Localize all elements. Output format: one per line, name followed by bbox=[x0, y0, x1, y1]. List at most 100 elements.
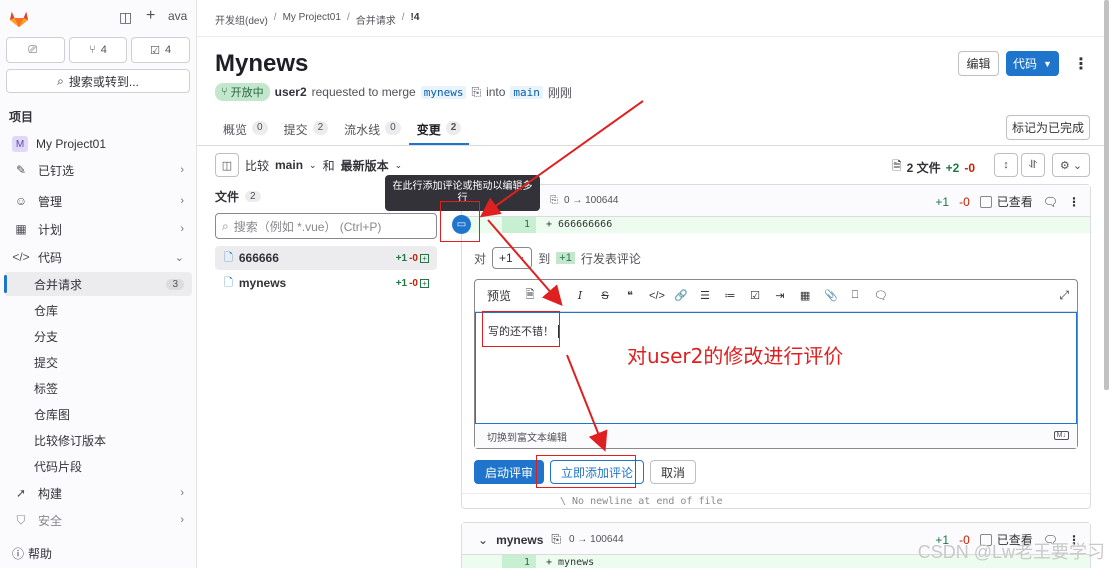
code-icon[interactable]: </> bbox=[649, 290, 665, 302]
sidebar-item-tags[interactable]: 标签 bbox=[4, 376, 192, 400]
settings-dropdown-button[interactable]: ⚙ ⌄ bbox=[1052, 153, 1090, 177]
attachment-icon[interactable]: 📎 bbox=[824, 289, 838, 302]
help-button[interactable]: ⓘ 帮助 bbox=[12, 545, 52, 562]
watermark: CSDN @Lw老王要学习 bbox=[917, 542, 1105, 562]
search-button[interactable]: ⌕ 搜索或转到... bbox=[6, 69, 190, 93]
bold-icon[interactable]: B bbox=[549, 290, 561, 302]
chevron-down-icon: ⌄ bbox=[394, 159, 403, 170]
plus-icon[interactable]: + bbox=[146, 7, 155, 25]
indent-icon[interactable]: ⇥ bbox=[774, 289, 786, 302]
chevron-right-icon: › bbox=[180, 223, 184, 235]
target-branch[interactable]: main bbox=[510, 85, 543, 99]
project-avatar: M bbox=[12, 136, 28, 152]
add-line-comment-button[interactable]: ▭ bbox=[452, 215, 471, 234]
sidebar-section-title: 项目 bbox=[9, 110, 34, 124]
sidebar-item-branches[interactable]: 分支 bbox=[4, 324, 192, 348]
comment-icon[interactable]: 🗨 bbox=[1043, 195, 1058, 209]
bullet-list-icon[interactable]: ☰ bbox=[699, 289, 711, 302]
suggestion-icon[interactable]: 🗎 bbox=[524, 286, 536, 305]
diff-line: 1 + 666666666 bbox=[462, 217, 1090, 233]
sidebar-item-plan[interactable]: ▦ 计划 › bbox=[4, 217, 192, 241]
sidebar-item-code[interactable]: </> 代码 ⌄ bbox=[4, 245, 192, 269]
copy-icon[interactable]: ⎘ bbox=[471, 85, 481, 100]
todos-count-button[interactable]: ☑ 4 bbox=[131, 37, 191, 63]
tab-pipelines[interactable]: 流水线 0 bbox=[336, 115, 409, 145]
annotation-box bbox=[536, 455, 636, 488]
code-dropdown-button[interactable]: 代码 ▼ bbox=[1006, 51, 1059, 76]
start-review-button[interactable]: 启动评审 bbox=[474, 460, 545, 484]
breadcrumb-item[interactable]: 开发组(dev) bbox=[215, 12, 268, 27]
copy-icon[interactable]: ⎘ bbox=[550, 195, 558, 206]
strikethrough-icon[interactable]: S bbox=[599, 290, 611, 302]
files-title: 文件 2 bbox=[215, 188, 261, 205]
cancel-button[interactable]: 取消 bbox=[650, 460, 697, 484]
expand-all-button[interactable]: ↕ bbox=[994, 153, 1018, 177]
sidebar-item-snippets[interactable]: 代码片段 bbox=[4, 454, 192, 478]
sidebar-item-merge-requests[interactable]: 合并请求 3 bbox=[4, 272, 192, 296]
merge-requests-badge: 3 bbox=[166, 278, 184, 290]
tab-changes[interactable]: 变更 2 bbox=[408, 115, 470, 145]
sidebar-item-repo-graph[interactable]: 仓库图 bbox=[4, 402, 192, 426]
line-range-start-select[interactable]: +1 ⌄ bbox=[492, 247, 533, 269]
breadcrumb-item[interactable]: My Project01 bbox=[283, 12, 341, 27]
annotation-text: 对user2的修改进行评价 bbox=[627, 344, 844, 368]
sidebar-item-pinned[interactable]: ✎ 已钉选 › bbox=[4, 158, 192, 182]
viewed-checkbox[interactable]: 已查看 bbox=[979, 193, 1033, 210]
sidebar-toggle-icon[interactable]: ◫ bbox=[119, 9, 132, 26]
file-added-icon: + bbox=[420, 253, 429, 263]
tab-commits[interactable]: 提交 2 bbox=[276, 115, 337, 145]
edit-button[interactable]: 编辑 bbox=[958, 51, 999, 76]
tab-overview[interactable]: 概览 0 bbox=[215, 115, 276, 145]
page-scrollbar[interactable] bbox=[1104, 0, 1109, 390]
compare-to-dropdown[interactable]: 最新版本 bbox=[341, 157, 389, 174]
editor-toolbar: 预览 🗎 B I S ❝ </> 🔗 ☰ ≔ ☑ ⇥ ▦ 📎 ⎕ 🗨 ⤢ bbox=[475, 280, 1077, 312]
comment-template-icon[interactable]: 🗨 bbox=[874, 289, 888, 302]
compare-bar: ◫ 比较 main ⌄ 和 最新版本 ⌄ bbox=[215, 153, 402, 177]
file-tree-item[interactable]: 🗋 mynews +1 -0 + bbox=[215, 271, 437, 295]
sidebar-item-commits[interactable]: 提交 bbox=[4, 350, 192, 374]
sidebar-item-compare[interactable]: 比较修订版本 bbox=[4, 428, 192, 452]
copy-icon[interactable]: ⎘ bbox=[551, 532, 561, 547]
breadcrumb-item[interactable]: 合并请求 bbox=[356, 12, 396, 27]
compare-from-dropdown[interactable]: main bbox=[275, 158, 303, 172]
breadcrumb: 开发组(dev) / My Project01/ 合并请求 / !4 bbox=[215, 12, 420, 27]
file-tree-item[interactable]: 🗋 666666 +1 -0 + bbox=[215, 246, 437, 270]
file-search-input[interactable]: ⌕ 搜索（例如 *.vue） (Ctrl+P) bbox=[215, 213, 437, 239]
quick-action-icon[interactable]: ⎕ bbox=[849, 289, 861, 302]
sidebar-item-security[interactable]: ⛉ 安全 › bbox=[4, 508, 192, 532]
table-icon[interactable]: ▦ bbox=[799, 289, 811, 302]
todo-icon: ☑ bbox=[150, 44, 161, 57]
chevron-down-icon[interactable]: ⌄ bbox=[478, 533, 488, 547]
rich-text-toggle[interactable]: 切换到富文本编辑 bbox=[487, 429, 567, 444]
italic-icon[interactable]: I bbox=[574, 289, 586, 302]
merge-requests-count-button[interactable]: ⎚ bbox=[6, 37, 65, 63]
author-link[interactable]: user2 bbox=[275, 85, 307, 99]
sidebar-item-repository[interactable]: 仓库 bbox=[4, 298, 192, 322]
task-list-icon[interactable]: ☑ bbox=[749, 289, 761, 302]
mark-done-button[interactable]: 标记为已完成 bbox=[1006, 115, 1090, 140]
toggle-file-tree-button[interactable]: ◫ bbox=[215, 153, 239, 177]
fullscreen-icon[interactable]: ⤢ bbox=[1059, 288, 1069, 303]
sidebar-item-manage[interactable]: ☺ 管理 › bbox=[4, 189, 192, 213]
sidebar-item-project[interactable]: M My Project01 bbox=[4, 132, 192, 156]
numbered-list-icon[interactable]: ≔ bbox=[724, 289, 736, 302]
user-avatar-label[interactable]: ava bbox=[168, 9, 187, 23]
quote-icon[interactable]: ❝ bbox=[624, 289, 636, 302]
rocket-icon: ➚ bbox=[15, 486, 27, 500]
review-requests-count-button[interactable]: ⑂ 4 bbox=[68, 37, 128, 63]
link-icon[interactable]: 🔗 bbox=[674, 289, 688, 302]
sidebar-top: ◫ + ava bbox=[8, 6, 196, 30]
breadcrumb-item[interactable]: !4 bbox=[411, 12, 420, 27]
annotation-box bbox=[482, 311, 560, 347]
preview-tab[interactable]: 预览 bbox=[487, 287, 511, 304]
gitlab-logo-icon[interactable] bbox=[8, 8, 30, 28]
sidebar-item-build[interactable]: ➚ 构建 › bbox=[4, 481, 192, 505]
diff-file-name[interactable]: mynews bbox=[496, 533, 543, 547]
chevron-right-icon: › bbox=[180, 164, 184, 176]
more-options-icon[interactable]: ⋮ bbox=[1068, 195, 1080, 209]
more-options-icon[interactable]: ⋮ bbox=[1073, 54, 1089, 74]
comment-icon: ▭ bbox=[456, 219, 467, 230]
source-branch[interactable]: mynews bbox=[420, 85, 467, 99]
collapse-all-button[interactable]: ⥯ bbox=[1021, 153, 1045, 177]
chevron-down-icon: ⌄ bbox=[174, 251, 184, 264]
